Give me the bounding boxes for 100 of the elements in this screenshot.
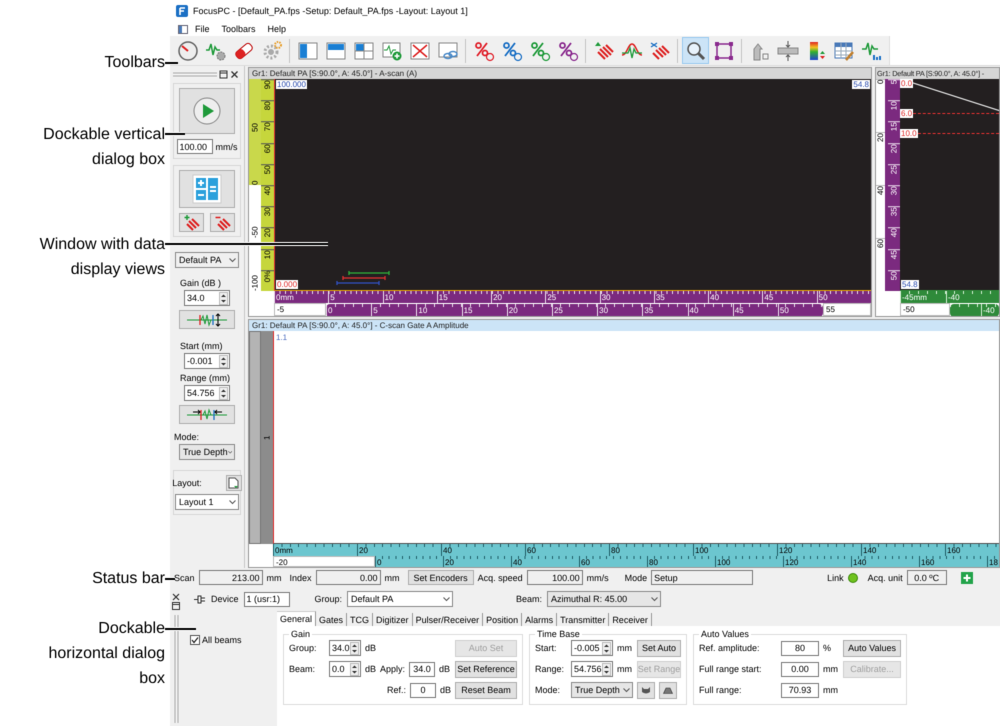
menu-item[interactable]: File: [190, 24, 215, 34]
gain-label: Gain (dB ): [180, 278, 222, 288]
ruler-label: 20: [506, 304, 552, 316]
calculator-button[interactable]: [179, 170, 235, 208]
group-select[interactable]: Default PA: [175, 252, 239, 268]
callout-label: Status bar: [92, 569, 165, 589]
play-icon: [192, 96, 222, 126]
menu-item[interactable]: Help: [262, 24, 292, 34]
index-field[interactable]: 0.00: [316, 570, 381, 585]
remove-beam-button[interactable]: [210, 213, 235, 232]
acq-unit-field[interactable]: 0.0 ºC: [906, 570, 947, 585]
value-field[interactable]: 80: [781, 640, 820, 656]
beam-gain-spinbox[interactable]: 0.0: [329, 661, 361, 677]
scale-start-field[interactable]: -50: [900, 303, 950, 316]
auto-range-button[interactable]: [179, 405, 235, 424]
ruler-label: 0: [876, 79, 885, 132]
range-spinbox[interactable]: 54.756: [184, 385, 230, 401]
add-beam-button[interactable]: [179, 213, 204, 232]
add-view-icon: [380, 40, 402, 62]
cat-head-icon: [641, 686, 652, 694]
ruler-label: 0: [375, 556, 443, 567]
start-spinbox[interactable]: -0.005: [571, 640, 614, 656]
ruler-label: 0: [326, 304, 372, 316]
group-select[interactable]: Default PA: [347, 591, 454, 607]
device-field[interactable]: 1 (usr:1): [244, 592, 290, 606]
chevron-down-icon: [228, 450, 232, 454]
reset-beam-button[interactable]: Reset Beam: [455, 682, 518, 698]
unit-label: mm: [384, 572, 400, 582]
probe-button[interactable]: [637, 682, 656, 698]
auto-value-button[interactable]: Auto Values: [843, 640, 902, 656]
apply-field[interactable]: 34.0: [409, 662, 436, 676]
layout-file-button[interactable]: [226, 475, 242, 491]
depth-end-label: 54.8: [901, 280, 919, 289]
chevron-down-icon: [229, 258, 236, 262]
speed-field[interactable]: 100.00: [176, 139, 212, 154]
hatched-beams-icon: [648, 40, 670, 62]
ruler-label: 40: [688, 304, 733, 316]
field-label: Mode:: [535, 685, 562, 695]
layout-label: Layout:: [172, 478, 202, 488]
close-icon[interactable]: [172, 593, 180, 601]
scan-field[interactable]: 213.00: [198, 570, 263, 585]
group-gain-spinbox[interactable]: 34.0: [329, 640, 361, 656]
leader-line: [165, 62, 178, 64]
spin-arrows-icon: [350, 642, 359, 654]
value-field[interactable]: 0.00: [781, 662, 820, 676]
layout-select[interactable]: Layout 1: [175, 494, 239, 510]
cursor-label: 1.1: [276, 333, 288, 342]
ruler-label: 160: [919, 556, 987, 567]
close-icon[interactable]: [230, 70, 239, 79]
group-label: Group:: [314, 594, 342, 604]
ruler-label: 30: [597, 304, 642, 316]
set-encoders-button[interactable]: Set Encoders: [408, 570, 474, 585]
ruler-label: 100: [715, 556, 783, 567]
ruler-label: 60: [579, 556, 647, 567]
mode-select[interactable]: True Depth: [571, 682, 634, 698]
mode-select[interactable]: True Depth: [179, 444, 235, 460]
gain-spinbox[interactable]: 34.0: [184, 290, 230, 306]
hatched-beams-icon: [592, 40, 614, 62]
set-reference-button[interactable]: Set Reference: [455, 660, 518, 678]
unit-label: mm/s: [586, 572, 609, 582]
plug-icon: [194, 594, 206, 604]
wedge-button[interactable]: [659, 682, 678, 698]
tab[interactable]: General: [277, 611, 316, 626]
tab[interactable]: Gates: [316, 613, 348, 626]
unit-label: dB: [365, 664, 376, 674]
value-field[interactable]: 70.93: [781, 682, 820, 698]
set-auto-button[interactable]: Set Auto: [637, 640, 682, 656]
ruler-label: 50: [250, 122, 260, 132]
depth-marker-label: 6.0: [900, 109, 914, 118]
restore-icon[interactable]: [172, 602, 180, 610]
unit-label: dB: [365, 643, 378, 653]
waveform-gate-icon: [187, 312, 227, 326]
scale-start-field[interactable]: -5: [274, 303, 326, 316]
tab[interactable]: Transmitter: [557, 613, 610, 626]
grip-handle: [173, 72, 217, 77]
acq-speed-field[interactable]: 100.00: [526, 570, 583, 585]
add-button[interactable]: [960, 572, 973, 584]
trapezoid-icon: [663, 686, 674, 694]
auto-gain-button[interactable]: [179, 310, 235, 329]
restore-icon[interactable]: [219, 70, 228, 79]
mode-field[interactable]: Setup: [651, 570, 754, 585]
play-button[interactable]: [179, 88, 235, 134]
acq-unit-label: Acq. unit: [868, 572, 903, 582]
scale-start-field[interactable]: -20: [273, 556, 375, 567]
spin-arrows-icon: [219, 292, 228, 304]
depth-marker-label: 10.0: [900, 129, 918, 138]
all-beams-checkbox[interactable]: All beams: [190, 635, 277, 645]
app-logo-icon: [176, 5, 188, 17]
range-spinbox[interactable]: 54.756: [571, 661, 614, 677]
menu-item[interactable]: Toolbars: [216, 24, 261, 34]
ref-field[interactable]: 0: [410, 682, 436, 698]
start-spinbox[interactable]: -0.001: [184, 353, 230, 369]
beam-select[interactable]: Azimuthal R: 45.00: [547, 591, 662, 607]
tab[interactable]: TCG: [347, 613, 374, 626]
scale-end-field[interactable]: 55: [823, 303, 871, 316]
tab[interactable]: Alarms: [522, 613, 558, 626]
ruler-label: 0: [250, 180, 260, 185]
field-label: Start:: [535, 643, 558, 653]
toolbar-button[interactable]: [682, 37, 709, 64]
unit-label: mm: [823, 664, 840, 674]
